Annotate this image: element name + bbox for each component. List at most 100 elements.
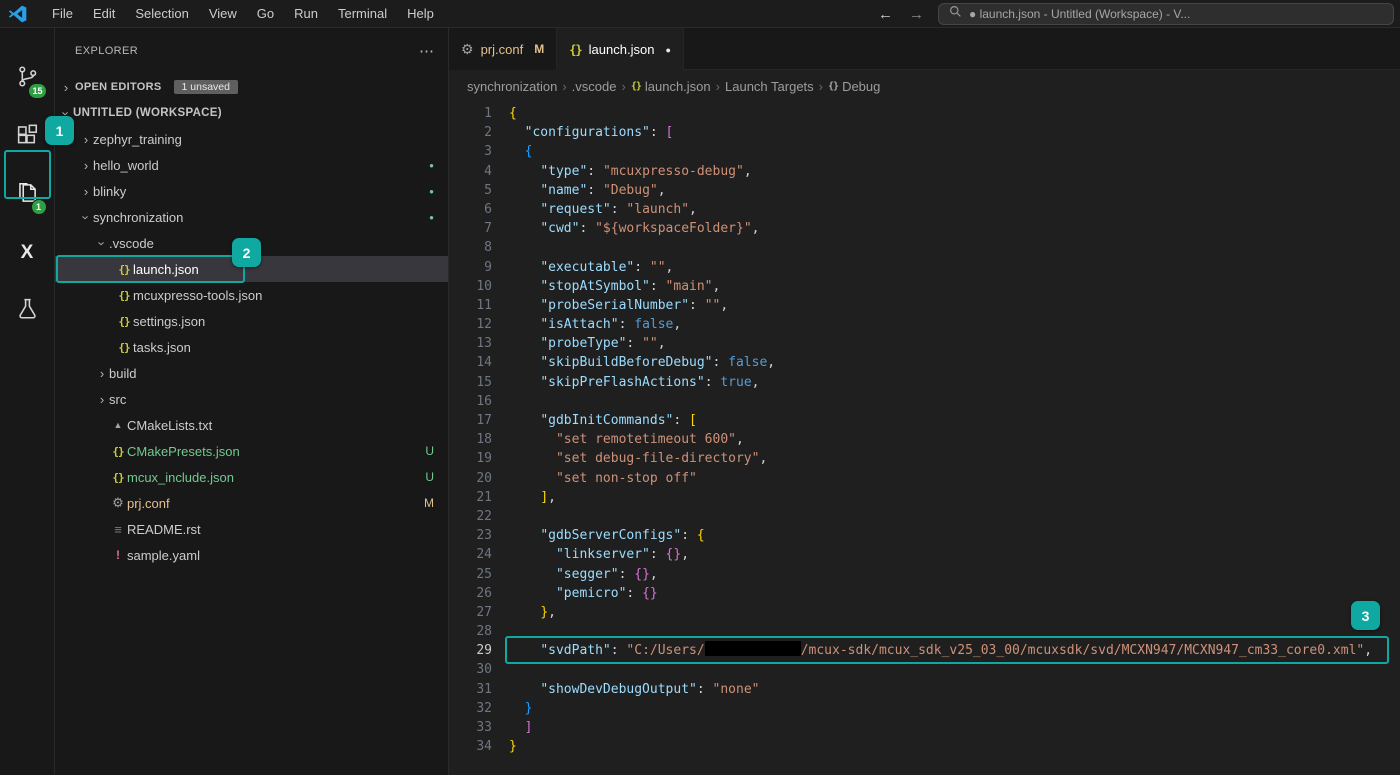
code-line[interactable]: 29 "svdPath": "C:/Users//mcux-sdk/mcux_s… (449, 641, 1400, 660)
code-line[interactable]: 11 "probeSerialNumber": "", (449, 296, 1400, 315)
code-line[interactable]: 8 (449, 238, 1400, 257)
file-sample-yaml[interactable]: !sample.yaml (55, 542, 448, 568)
more-actions-button[interactable]: ⋯ (419, 42, 434, 60)
folder-src[interactable]: ›src (55, 386, 448, 412)
line-number[interactable]: 5 (449, 181, 492, 200)
folder-hello-world[interactable]: ›hello_world● (55, 152, 448, 178)
activity-item-mcuxpresso[interactable]: X (0, 224, 55, 282)
workspace-root[interactable]: ›UNTITLED (WORKSPACE) (55, 100, 448, 126)
line-number[interactable]: 1 (449, 104, 492, 123)
line-number[interactable]: 22 (449, 507, 492, 526)
file-readme-rst[interactable]: ≡README.rst (55, 516, 448, 542)
line-number[interactable]: 31 (449, 680, 492, 699)
folder-build[interactable]: ›build (55, 360, 448, 386)
dirty-dot[interactable]: ● (665, 45, 670, 55)
code-line[interactable]: 4 "type": "mcuxpresso-debug", (449, 162, 1400, 181)
line-number[interactable]: 28 (449, 622, 492, 641)
line-number[interactable]: 10 (449, 277, 492, 296)
breadcrumb-item[interactable]: synchronization (467, 79, 557, 94)
breadcrumb-item[interactable]: {}Debug (828, 79, 880, 94)
code-line[interactable]: 18 "set remotetimeout 600", (449, 430, 1400, 449)
code-line[interactable]: 14 "skipBuildBeforeDebug": false, (449, 353, 1400, 372)
line-number[interactable]: 27 (449, 603, 492, 622)
code-line[interactable]: 1{ (449, 104, 1400, 123)
command-center[interactable]: ● launch.json - Untitled (Workspace) - V… (938, 3, 1394, 25)
code-line[interactable]: 25 "segger": {}, (449, 565, 1400, 584)
code-line[interactable]: 24 "linkserver": {}, (449, 545, 1400, 564)
tab-prj-conf[interactable]: ⚙prj.confM (449, 28, 557, 70)
code-line[interactable]: 27 }, (449, 603, 1400, 622)
line-number[interactable]: 13 (449, 334, 492, 353)
breadcrumb-item[interactable]: .vscode (572, 79, 617, 94)
code-line[interactable]: 34} (449, 737, 1400, 756)
folder-vscode[interactable]: ›.vscode (55, 230, 448, 256)
line-number[interactable]: 29 (449, 641, 492, 660)
line-number[interactable]: 33 (449, 718, 492, 737)
code-area[interactable]: 1{2 "configurations": [3 {4 "type": "mcu… (449, 102, 1400, 775)
code-line[interactable]: 28 (449, 622, 1400, 641)
code-line[interactable]: 10 "stopAtSymbol": "main", (449, 277, 1400, 296)
line-number[interactable]: 15 (449, 373, 492, 392)
file-prj-conf[interactable]: ⚙prj.confM (55, 490, 448, 516)
file-cmakepresets-json[interactable]: {}CMakePresets.jsonU (55, 438, 448, 464)
line-number[interactable]: 14 (449, 353, 492, 372)
code-line[interactable]: 31 "showDevDebugOutput": "none" (449, 680, 1400, 699)
line-number[interactable]: 25 (449, 565, 492, 584)
line-number[interactable]: 19 (449, 449, 492, 468)
line-number[interactable]: 20 (449, 469, 492, 488)
activity-item-explorer[interactable]: 1 (0, 166, 55, 224)
menu-help[interactable]: Help (397, 0, 444, 28)
code-line[interactable]: 5 "name": "Debug", (449, 181, 1400, 200)
line-number[interactable]: 26 (449, 584, 492, 603)
code-line[interactable]: 17 "gdbInitCommands": [ (449, 411, 1400, 430)
code-line[interactable]: 13 "probeType": "", (449, 334, 1400, 353)
line-number[interactable]: 3 (449, 142, 492, 161)
open-editors-section[interactable]: › OPEN EDITORS 1 unsaved (55, 74, 448, 100)
code-line[interactable]: 26 "pemicro": {} (449, 584, 1400, 603)
menu-terminal[interactable]: Terminal (328, 0, 397, 28)
code-line[interactable]: 7 "cwd": "${workspaceFolder}", (449, 219, 1400, 238)
line-number[interactable]: 34 (449, 737, 492, 756)
menu-selection[interactable]: Selection (125, 0, 198, 28)
line-number[interactable]: 12 (449, 315, 492, 334)
folder-synchronization[interactable]: ›synchronization● (55, 204, 448, 230)
line-number[interactable]: 7 (449, 219, 492, 238)
code-line[interactable]: 3 { (449, 142, 1400, 161)
back-button[interactable]: ← (878, 6, 893, 23)
menu-file[interactable]: File (42, 0, 83, 28)
menu-go[interactable]: Go (247, 0, 284, 28)
code-line[interactable]: 19 "set debug-file-directory", (449, 449, 1400, 468)
code-line[interactable]: 6 "request": "launch", (449, 200, 1400, 219)
code-line[interactable]: 21 ], (449, 488, 1400, 507)
line-number[interactable]: 11 (449, 296, 492, 315)
line-number[interactable]: 2 (449, 123, 492, 142)
code-line[interactable]: 16 (449, 392, 1400, 411)
activity-item-test-explorer[interactable] (0, 282, 55, 340)
line-number[interactable]: 8 (449, 238, 492, 257)
file-settings-json[interactable]: {}settings.json (55, 308, 448, 334)
line-number[interactable]: 17 (449, 411, 492, 430)
code-line[interactable]: 33 ] (449, 718, 1400, 737)
line-number[interactable]: 24 (449, 545, 492, 564)
code-line[interactable]: 22 (449, 507, 1400, 526)
file-cmakelists-txt[interactable]: ▲CMakeLists.txt (55, 412, 448, 438)
folder-blinky[interactable]: ›blinky● (55, 178, 448, 204)
code-line[interactable]: 20 "set non-stop off" (449, 469, 1400, 488)
line-number[interactable]: 9 (449, 258, 492, 277)
forward-button[interactable]: → (909, 6, 924, 23)
code-line[interactable]: 32 } (449, 699, 1400, 718)
code-line[interactable]: 2 "configurations": [ (449, 123, 1400, 142)
file-tasks-json[interactable]: {}tasks.json (55, 334, 448, 360)
file-mcuxpresso-tools-json[interactable]: {}mcuxpresso-tools.json (55, 282, 448, 308)
line-number[interactable]: 4 (449, 162, 492, 181)
code-line[interactable]: 30 (449, 660, 1400, 679)
line-number[interactable]: 18 (449, 430, 492, 449)
line-number[interactable]: 30 (449, 660, 492, 679)
line-number[interactable]: 32 (449, 699, 492, 718)
file-launch-json[interactable]: {}launch.json (55, 256, 448, 282)
line-number[interactable]: 21 (449, 488, 492, 507)
file-mcux-include-json[interactable]: {}mcux_include.jsonU (55, 464, 448, 490)
tab-launch-json[interactable]: {}launch.json● (557, 28, 684, 71)
breadcrumb-item[interactable]: Launch Targets (725, 79, 814, 94)
folder-zephyr-training[interactable]: ›zephyr_training (55, 126, 448, 152)
